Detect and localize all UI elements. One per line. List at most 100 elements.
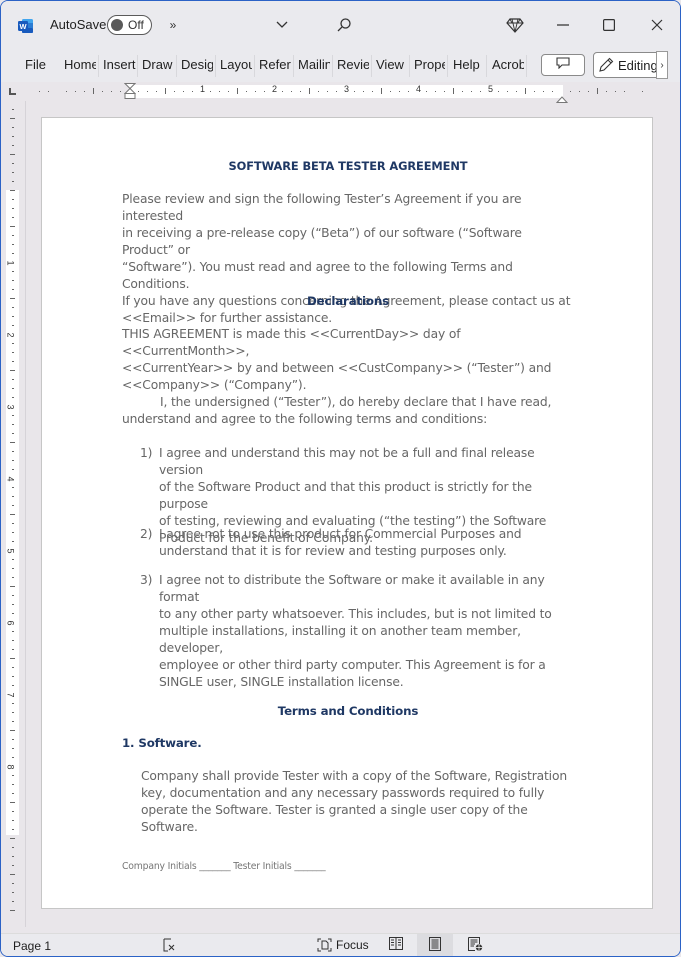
tab-design[interactable]: Design (181, 57, 213, 72)
ruler-tick (12, 901, 14, 902)
list-number: 3) (140, 573, 153, 587)
ruler-tick (12, 649, 14, 650)
print-layout-button[interactable] (417, 934, 453, 956)
double-chevron-right-icon[interactable]: » (165, 15, 181, 35)
ruler-tick (147, 91, 148, 92)
vertical-ruler[interactable]: 1 2 3 4 5 6 7 8 (1, 101, 26, 927)
horizontal-ruler[interactable]: 1 2 3 4 5 (1, 82, 680, 103)
tab-references[interactable]: References (259, 57, 291, 72)
section-1-heading: 1. Software. (122, 736, 202, 750)
ruler-tick (372, 91, 373, 92)
ruler-tick (10, 442, 15, 443)
ruler-tick (525, 88, 526, 94)
ruler-tick (444, 91, 445, 92)
ruler-tick (12, 820, 14, 821)
text-line: I, the undersigned (“Tester”), do hereby… (160, 395, 552, 409)
ruler-tick (255, 91, 256, 92)
ruler-tick (534, 91, 535, 92)
list-text: I agree not to distribute the Software o… (159, 572, 579, 691)
ruler-tick (10, 838, 15, 839)
ruler-tick (615, 91, 616, 92)
ruler-tick (552, 91, 553, 92)
tab-separator (371, 55, 372, 77)
tab-help[interactable]: Help (453, 57, 483, 72)
ruler-tick (12, 316, 14, 317)
ruler-tick (12, 604, 14, 605)
ruler-number: 1 (5, 260, 16, 266)
ruler-number: 3 (344, 84, 350, 94)
ruler-tick (237, 88, 238, 94)
text-line: Company shall provide Tester with a copy… (141, 769, 567, 783)
ruler-tick (10, 658, 15, 659)
tab-file[interactable]: File (25, 57, 51, 72)
editing-mode-button[interactable]: Editing (593, 52, 665, 78)
ruler-tick (12, 379, 14, 380)
text-line: of the Software Product and that this pr… (159, 480, 532, 511)
ruler-tick (12, 505, 14, 506)
close-icon[interactable] (647, 15, 667, 35)
tab-mailings[interactable]: Mailings (298, 57, 330, 72)
text-line: I agree not to use this product for Comm… (159, 527, 522, 541)
ruler-tick (10, 586, 15, 587)
title-bar: W AutoSave Off » (1, 1, 680, 49)
ruler-tick (12, 280, 14, 281)
ruler-tick (12, 856, 14, 857)
ruler-tick (12, 289, 14, 290)
comments-button[interactable] (541, 54, 585, 76)
ruler-tick (12, 676, 14, 677)
search-icon[interactable] (335, 15, 353, 35)
tab-selector-icon[interactable] (9, 88, 16, 95)
ruler-tick (93, 88, 94, 94)
ruler-tick (480, 91, 481, 92)
ruler-tick (12, 703, 14, 704)
print-layout-icon (429, 936, 441, 956)
autosave-toggle[interactable]: Off (107, 15, 152, 35)
ruler-tick (12, 577, 14, 578)
ruler-tick (174, 91, 175, 92)
ruler-tick (462, 91, 463, 92)
focus-button[interactable]: Focus (317, 938, 369, 952)
minimize-icon[interactable] (553, 15, 573, 35)
chevron-down-icon[interactable] (273, 15, 291, 35)
maximize-icon[interactable] (599, 15, 619, 35)
tab-insert[interactable]: Insert (103, 57, 136, 72)
right-indent-marker[interactable] (555, 90, 569, 103)
first-line-indent-marker[interactable] (123, 83, 137, 103)
ruler-tick (12, 244, 14, 245)
ruler-tick (12, 127, 14, 128)
ruler-tick (12, 541, 14, 542)
tab-view[interactable]: View (376, 57, 406, 72)
read-mode-button[interactable] (378, 934, 414, 956)
ruler-tick (10, 226, 15, 227)
tab-draw[interactable]: Draw (142, 57, 175, 72)
ruler-number: 2 (272, 84, 278, 94)
ruler-tick (12, 829, 14, 830)
tab-layout[interactable]: Layout (220, 57, 252, 72)
tab-properties[interactable]: Properties (414, 57, 445, 72)
tab-acrobat[interactable]: Acrobat (492, 57, 524, 72)
toggle-knob (111, 19, 123, 31)
ruler-tick (10, 874, 15, 875)
ruler-tick (291, 91, 292, 92)
ruler-tick (309, 88, 310, 94)
ruler-tick (10, 190, 15, 191)
ruler-tick (111, 91, 112, 92)
text-line: I agree not to distribute the Software o… (159, 573, 545, 604)
ruler-tick (10, 514, 15, 515)
diamond-icon[interactable] (505, 15, 525, 35)
page-indicator[interactable]: Page 1 (13, 939, 51, 953)
ruler-number: 8 (5, 764, 16, 770)
ruler-tick (228, 91, 229, 92)
ruler-tick (12, 208, 14, 209)
ruler-tick (156, 91, 157, 92)
tab-home[interactable]: Home (64, 57, 96, 72)
text-line: understand and agree to the following te… (122, 412, 488, 426)
ruler-tick (10, 154, 15, 155)
tab-review[interactable]: Review (337, 57, 369, 72)
chevron-right-icon[interactable]: › (656, 51, 668, 79)
text-line: Please review and sign the following Tes… (122, 192, 522, 223)
proofing-icon[interactable] (162, 938, 176, 952)
text-line: key, documentation and any necessary pas… (141, 786, 545, 800)
document-page[interactable]: SOFTWARE BETA TESTER AGREEMENT Please re… (41, 117, 653, 909)
web-layout-button[interactable] (457, 934, 493, 956)
